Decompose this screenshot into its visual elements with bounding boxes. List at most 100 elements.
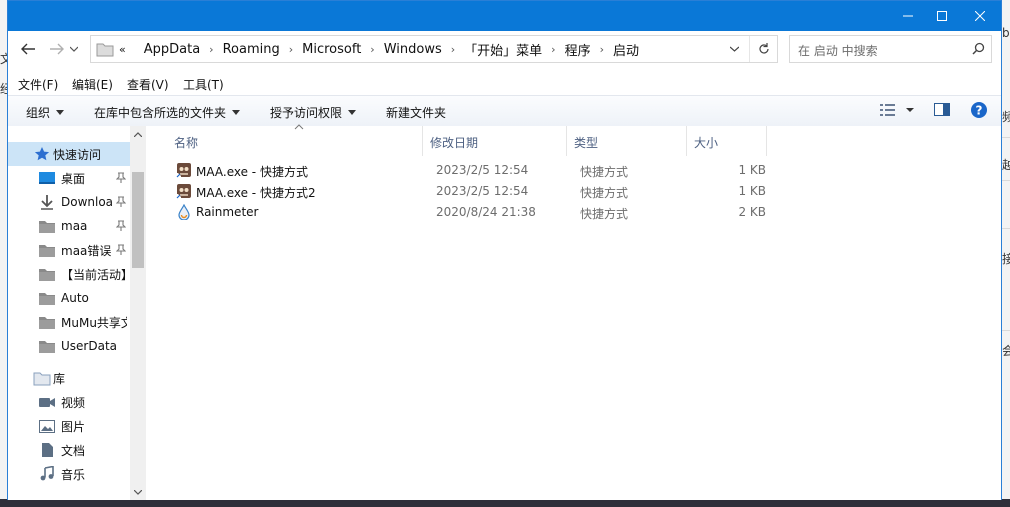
help-icon: ?	[971, 102, 987, 118]
menu-view[interactable]: 查看(V)	[127, 76, 169, 93]
folder-icon	[39, 221, 55, 233]
breadcrumb-item[interactable]: AppData	[144, 42, 200, 57]
sidebar-item-music[interactable]: 音乐	[8, 462, 130, 486]
sidebar-item-downloads[interactable]: Downloa	[8, 190, 130, 214]
column-header-type[interactable]: 类型	[566, 126, 686, 156]
pin-icon[interactable]	[116, 220, 126, 231]
sidebar-item-libraries[interactable]: 库	[8, 366, 130, 390]
background-divider	[1002, 180, 1010, 181]
column-header-name[interactable]: 名称	[166, 126, 422, 156]
breadcrumb-item[interactable]: Microsoft	[302, 42, 361, 57]
breadcrumb-item[interactable]: 「开始」菜单	[464, 40, 542, 59]
search-input[interactable]: 在 启动 中搜索	[789, 35, 992, 63]
file-modified: 2023/2/5 12:54	[436, 184, 529, 198]
menu-tools[interactable]: 工具(T)	[183, 76, 224, 93]
chevron-down-icon	[729, 46, 739, 52]
scroll-up-button[interactable]	[130, 126, 146, 142]
file-size: 2 KB	[738, 205, 766, 219]
background-text: 接	[1002, 252, 1010, 266]
title-bar[interactable]	[8, 1, 1001, 31]
breadcrumb-item[interactable]: Windows	[384, 42, 442, 57]
close-button[interactable]	[963, 1, 997, 31]
column-header-label: 修改日期	[430, 136, 479, 150]
background-divider	[1002, 137, 1010, 138]
background-divider	[1002, 228, 1010, 229]
search-placeholder: 在 启动 中搜索	[798, 44, 878, 58]
share-with-button[interactable]: 授予访问权限	[270, 104, 357, 121]
background-text: 会	[1002, 344, 1010, 358]
file-row[interactable]: MAA.exe - 快捷方式 2023/2/5 12:54 快捷方式 1 KB	[166, 160, 766, 181]
address-row: « AppData › Roaming › Microsoft › Window…	[8, 31, 1001, 67]
sidebar-item-userdata[interactable]: UserData	[8, 334, 130, 358]
file-size: 1 KB	[738, 163, 766, 177]
details-view-icon	[880, 104, 914, 116]
address-bar[interactable]: « AppData › Roaming › Microsoft › Window…	[90, 35, 778, 63]
help-button[interactable]: ?	[971, 102, 987, 121]
address-history-button[interactable]	[719, 36, 749, 62]
maximize-button[interactable]	[925, 1, 959, 31]
minimize-icon	[903, 15, 913, 17]
breadcrumb-item[interactable]: 程序	[565, 40, 591, 59]
minimize-button[interactable]	[891, 1, 925, 31]
sidebar-item-maa[interactable]: maa	[8, 214, 130, 238]
file-row[interactable]: MAA.exe - 快捷方式2 2023/2/5 12:54 快捷方式 1 KB	[166, 181, 766, 202]
sidebar-item-videos[interactable]: 视频	[8, 390, 130, 414]
scroll-down-button[interactable]	[130, 484, 146, 500]
recent-locations-button[interactable]	[68, 39, 80, 59]
file-type: 快捷方式	[580, 165, 629, 179]
sidebar-item-quick-access[interactable]: 快速访问	[8, 142, 130, 166]
pin-icon[interactable]	[116, 172, 126, 183]
back-arrow-icon	[21, 43, 35, 55]
sidebar-item-documents[interactable]: 文档	[8, 438, 130, 462]
sidebar-item-maa-errors[interactable]: maa错误	[8, 238, 130, 262]
sidebar-item-label: MuMu共享文	[61, 315, 127, 330]
music-icon	[40, 466, 54, 481]
library-icon	[33, 372, 51, 386]
sidebar-item-label: 文档	[61, 443, 86, 458]
menu-edit[interactable]: 编辑(E)	[72, 76, 113, 93]
sidebar-item-label: 视频	[61, 395, 86, 410]
navigation-scrollbar[interactable]	[130, 126, 146, 500]
chevron-down-icon	[70, 46, 78, 52]
menu-file[interactable]: 文件(F)	[18, 76, 58, 93]
sidebar-item-current-event[interactable]: 【当前活动】	[8, 262, 130, 286]
organize-button[interactable]: 组织	[26, 104, 65, 121]
column-divider[interactable]	[766, 126, 767, 156]
file-row[interactable]: Rainmeter 2020/8/24 21:38 快捷方式 2 KB	[166, 202, 766, 223]
column-header-size[interactable]: 大小	[686, 126, 766, 156]
back-button[interactable]	[18, 39, 38, 59]
change-view-button[interactable]	[880, 103, 918, 120]
share-with-label: 授予访问权限	[270, 106, 343, 120]
sidebar-item-desktop[interactable]: 桌面	[8, 166, 130, 190]
new-folder-button[interactable]: 新建文件夹	[386, 104, 446, 121]
breadcrumb-overflow[interactable]: «	[119, 43, 126, 56]
file-name: MAA.exe - 快捷方式	[196, 165, 308, 179]
scrollbar-thumb[interactable]	[132, 172, 144, 268]
sidebar-item-label: 【当前活动】	[61, 267, 127, 282]
sidebar-item-label: 快速访问	[53, 147, 102, 162]
svg-text:?: ?	[976, 104, 983, 118]
breadcrumb-item[interactable]: 启动	[613, 40, 639, 59]
column-header-label: 名称	[174, 136, 199, 150]
sidebar-item-label: Auto	[61, 291, 89, 305]
breadcrumb: « AppData › Roaming › Microsoft › Window…	[119, 40, 639, 59]
command-bar: 组织 在库中包含所选的文件夹 授予访问权限 新建文件夹 ?	[8, 95, 1001, 127]
sidebar-item-auto[interactable]: Auto	[8, 286, 130, 310]
background-text: 频	[1002, 110, 1010, 124]
pin-icon[interactable]	[116, 196, 126, 207]
sidebar-item-pictures[interactable]: 图片	[8, 414, 130, 438]
search-icon	[972, 42, 985, 55]
preview-pane-button[interactable]	[934, 103, 950, 120]
sidebar-item-label: 音乐	[61, 467, 86, 482]
preview-pane-icon	[934, 103, 950, 116]
refresh-button[interactable]	[749, 36, 778, 62]
column-header-modified[interactable]: 修改日期	[422, 126, 566, 156]
forward-button[interactable]	[47, 39, 67, 59]
include-in-library-button[interactable]: 在库中包含所选的文件夹	[94, 104, 241, 121]
refresh-icon	[759, 43, 769, 54]
breadcrumb-item[interactable]: Roaming	[223, 42, 280, 57]
pin-icon[interactable]	[116, 244, 126, 255]
chevron-up-icon	[134, 131, 142, 137]
background-text: 越	[1002, 158, 1010, 172]
sidebar-item-mumu-shared[interactable]: MuMu共享文	[8, 310, 130, 334]
